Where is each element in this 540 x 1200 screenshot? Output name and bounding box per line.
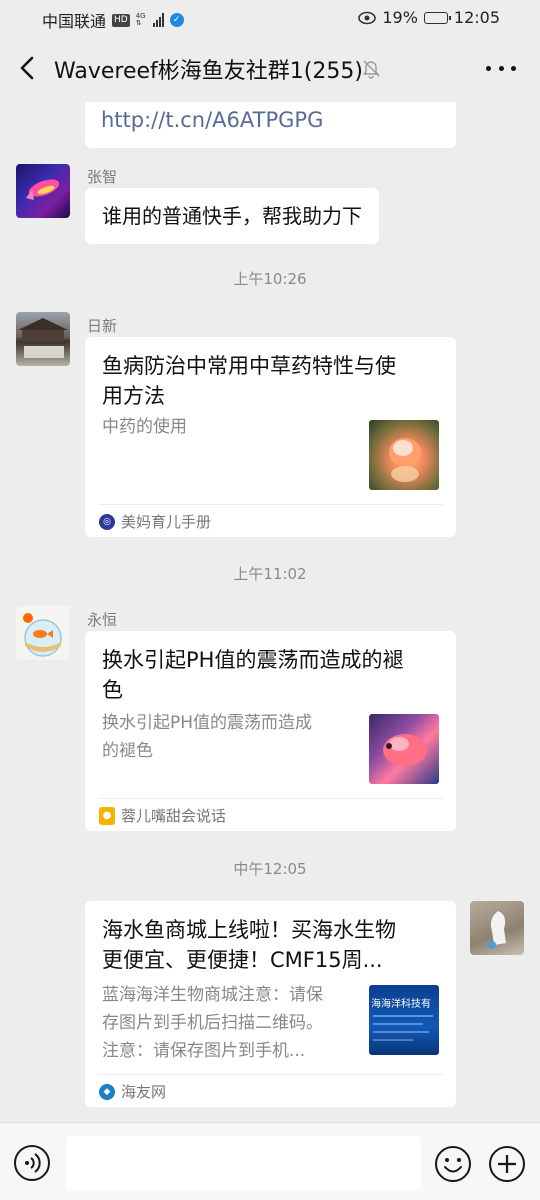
chat-title: Wavereef彬海鱼友社群1(255) [54,59,363,84]
signal-icon [152,13,164,27]
dot-icon [498,65,504,71]
card-source: ● 蓉儿嘴甜会说话 [99,805,226,826]
input-bar [0,1122,540,1200]
more-options-button[interactable] [486,56,516,80]
source-app-icon: ◆ [99,1083,115,1100]
avatar[interactable] [16,606,70,660]
card-title: 换水引起PH值的震荡而造成的褪 色 [102,648,404,702]
dot-icon [486,65,491,71]
network-type-icon: 4G ⇅ [135,12,146,27]
card-title: 鱼病防治中常用中草药特性与使 用方法 [102,354,396,408]
card-thumbnail: 海海洋科技有 [369,985,439,1055]
timestamp: 中午12:05 [233,860,307,878]
timestamp: 上午10:26 [233,270,307,288]
clock: 12:05 [453,8,500,27]
link-card-message[interactable]: 换水引起PH值的震荡而造成的褪 色 换水引起PH值的震荡而造成 的褪色 ● 蓉儿… [85,631,456,831]
link-card-message[interactable]: 海水鱼商城上线啦！买海水生物 更便宜、更便捷！CMF15周... 蓝海海洋生物商… [85,901,456,1107]
building-avatar-image [18,318,68,358]
parrot-fish-image [383,734,427,766]
voice-icon [25,1153,41,1173]
sender-name: 张智 [87,168,118,186]
message-list[interactable]: http://t.cn/A6ATPGPG 张智 谁用的普通快手，帮我助力下 上午… [0,102,540,1122]
app-notification-icon: ✓ [169,13,184,27]
link-card-message[interactable]: 鱼病防治中常用中草药特性与使 用方法 中药的使用 ◎ 美妈育儿手册 [85,337,456,537]
goldfish-image [389,438,421,482]
plus-icon[interactable] [488,1145,526,1183]
timestamp: 上午11:02 [233,565,307,583]
status-left: 中国联通 HD 4G ⇅ ✓ [42,8,184,32]
avatar-self[interactable] [470,901,524,955]
avatar[interactable] [16,312,70,366]
emoji-icon[interactable] [434,1145,472,1183]
card-source: ◎ 美妈育儿手册 [99,511,211,532]
fishbowl-avatar-image [23,613,62,657]
card-thumbnail [369,714,439,784]
mute-bell-icon [363,60,380,79]
text-message-bubble[interactable]: 谁用的普通快手，帮我助力下 [85,188,379,244]
message-input[interactable] [66,1136,421,1190]
divider [98,798,443,799]
battery-icon [423,11,451,24]
battery-percent: 19% [382,8,418,27]
back-arrow-icon[interactable] [14,54,42,82]
sender-name: 日新 [87,317,118,335]
eye-icon [358,11,377,24]
promo-image [373,1015,433,1041]
hd-icon: HD [112,13,130,27]
dot-icon [511,65,516,71]
fish-avatar-image [26,179,60,200]
source-app-icon: ◎ [99,513,115,530]
divider [98,504,443,505]
location-pin-icon: ● [99,806,115,825]
link-text[interactable]: http://t.cn/A6ATPGPG [101,108,323,132]
divider [98,1074,443,1075]
card-description: 中药的使用 [102,417,187,437]
status-bar: 中国联通 HD 4G ⇅ ✓ 19% 12:05 [0,0,540,36]
carrier-label: 中国联通 [42,12,107,31]
avatar[interactable] [16,164,70,218]
sender-name: 永恒 [87,611,118,629]
figure-avatar-image [488,911,506,949]
status-right: 19% 12:05 [358,8,500,27]
card-description: 换水引起PH值的震荡而造成 的褪色 [102,713,313,761]
card-description: 蓝海海洋生物商城注意：请保 存图片到手机后扫描二维码。 注意：请保存图片到手机.… [102,985,323,1061]
chat-header: Wavereef彬海鱼友社群1(255) [0,36,540,102]
card-title: 海水鱼商城上线啦！买海水生物 更便宜、更便捷！CMF15周... [102,918,396,972]
card-source: ◆ 海友网 [99,1081,166,1102]
card-thumbnail [369,420,439,490]
message-bubble-partial[interactable]: http://t.cn/A6ATPGPG [85,102,456,148]
voice-input-button[interactable] [14,1145,50,1181]
